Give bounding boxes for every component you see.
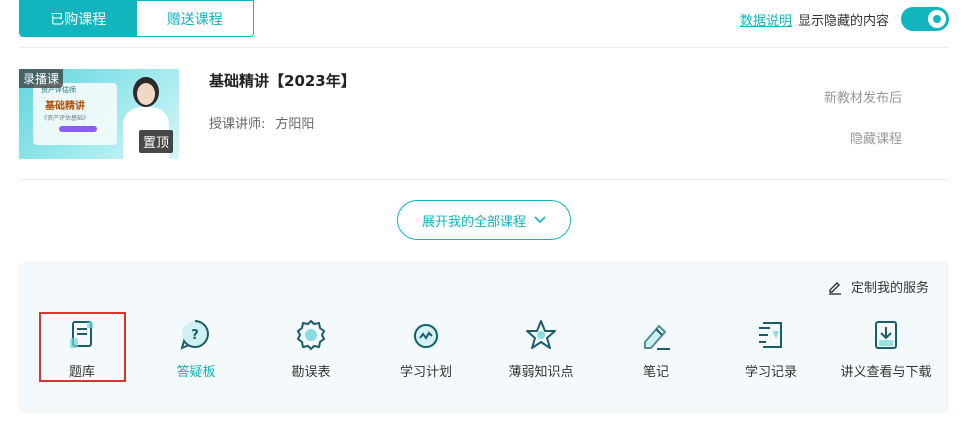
service-study-record[interactable]: 学习记录 — [716, 317, 826, 381]
expand-all-courses-button[interactable]: 展开我的全部课程 — [397, 200, 571, 240]
course-status-text: 新教材发布后 — [823, 91, 902, 106]
edit-pencil-icon — [828, 281, 841, 295]
handout-download-icon — [875, 321, 897, 349]
question-bank-icon — [70, 321, 93, 348]
customize-services-button[interactable]: 定制我的服务 — [827, 277, 929, 296]
service-label: 讲义查看与下载 — [840, 365, 932, 380]
thumbnail-title: 基础精讲 — [45, 101, 85, 112]
course-thumbnail[interactable]: 资产评估师 基础精讲 《资产评估基础》 录播课 置顶 — [19, 69, 179, 159]
tab-gifted-courses[interactable]: 赠送课程 — [136, 1, 253, 36]
qa-board-icon: ? — [180, 320, 209, 350]
teacher-info: 授课讲师: 方阳阳 — [209, 113, 314, 132]
show-hidden-toggle[interactable] — [901, 7, 949, 31]
service-label: 笔记 — [642, 365, 669, 380]
service-question-bank[interactable]: 题库 — [27, 317, 137, 381]
service-qa-board[interactable]: ? 答疑板 — [141, 317, 251, 381]
pin-top-badge[interactable]: 置顶 — [138, 130, 173, 153]
tab-purchased-courses[interactable]: 已购课程 — [20, 1, 137, 36]
weak-points-icon — [526, 320, 556, 349]
service-label: 题库 — [68, 365, 95, 380]
svg-text:?: ? — [191, 328, 199, 343]
notes-icon — [644, 325, 670, 350]
study-plan-icon — [413, 323, 439, 349]
chevron-down-icon — [534, 216, 546, 224]
service-label: 薄弱知识点 — [508, 365, 574, 380]
divider — [19, 47, 949, 48]
expand-label: 展开我的全部课程 — [421, 214, 526, 230]
show-hidden-label: 显示隐藏的内容 — [797, 13, 889, 29]
top-right-controls: 数据说明 显示隐藏的内容 — [740, 7, 949, 31]
toggle-knob — [928, 10, 946, 28]
teacher-name: 方阳阳 — [275, 117, 315, 132]
service-label: 学习记录 — [744, 365, 797, 380]
recorded-badge: 录播课 — [19, 69, 64, 88]
service-notes[interactable]: 笔记 — [601, 317, 711, 381]
study-record-icon — [759, 322, 782, 348]
teacher-label: 授课讲师: — [209, 117, 266, 132]
services-panel: 定制我的服务 题库 ? 答疑板 勘误表 学习计划 薄弱知识点 笔记 学习记录 讲… — [19, 261, 949, 413]
course-tabs: 已购课程 赠送课程 — [19, 0, 254, 37]
customize-services-label: 定制我的服务 — [850, 281, 929, 296]
data-explanation-link[interactable]: 数据说明 — [740, 10, 792, 29]
service-errata[interactable]: 勘误表 — [256, 317, 366, 381]
service-label: 答疑板 — [176, 365, 216, 380]
thumbnail-tag-bar — [59, 126, 97, 132]
course-title[interactable]: 基础精讲【2023年】 — [209, 70, 356, 91]
hide-course-button[interactable]: 隐藏课程 — [850, 128, 902, 147]
service-weak-points[interactable]: 薄弱知识点 — [486, 317, 596, 381]
service-label: 学习计划 — [399, 365, 452, 380]
service-label: 勘误表 — [291, 365, 331, 380]
errata-icon — [296, 319, 326, 351]
service-handout-download[interactable]: 讲义查看与下载 — [831, 317, 941, 381]
thumbnail-book-name: 《资产评估基础》 — [41, 115, 90, 122]
service-study-plan[interactable]: 学习计划 — [371, 317, 481, 381]
divider — [19, 179, 949, 180]
